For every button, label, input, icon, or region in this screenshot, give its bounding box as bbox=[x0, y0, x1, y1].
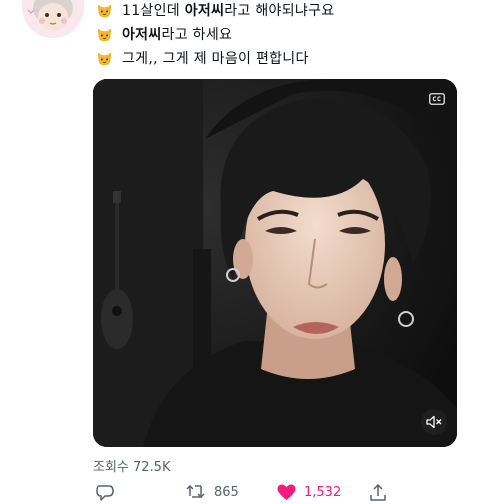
reply-button[interactable] bbox=[95, 484, 115, 502]
captions-button[interactable] bbox=[427, 92, 447, 106]
view-count: 조회수 72.5K bbox=[93, 460, 171, 475]
tweet-line-text: 11살인데 아저씨라고 해야되냐구요 bbox=[122, 3, 335, 19]
share-icon bbox=[370, 484, 386, 501]
tweet-line-text: 아저씨라고 하세요 bbox=[122, 27, 233, 43]
cat-face-icon bbox=[97, 4, 112, 17]
like-button[interactable]: 1,532 bbox=[277, 484, 341, 501]
video-frame bbox=[93, 79, 457, 447]
cc-icon bbox=[429, 93, 445, 105]
tweet-line: 11살인데 아저씨라고 해야되냐구요 bbox=[96, 0, 334, 20]
retweet-count: 865 bbox=[214, 484, 239, 500]
like-count: 1,532 bbox=[304, 485, 342, 500]
heart-icon bbox=[277, 484, 296, 501]
speaker-muted-icon bbox=[426, 415, 442, 429]
tweet-line: 아저씨라고 하세요 bbox=[96, 24, 232, 44]
tweet-line: 그게,, 그게 제 마음이 편합니다 bbox=[96, 48, 309, 68]
retweet-button[interactable]: 865 bbox=[186, 484, 239, 500]
reply-icon bbox=[96, 485, 114, 501]
cat-face-icon bbox=[97, 52, 112, 65]
share-button[interactable] bbox=[369, 484, 387, 502]
tweet-view: 11살인데 아저씨라고 해야되냐구요 아저씨라고 하세요 그게,, 그게 제 마… bbox=[0, 0, 480, 504]
mute-button[interactable] bbox=[421, 409, 447, 435]
retweet-icon bbox=[186, 485, 205, 498]
avatar[interactable] bbox=[22, 0, 84, 38]
video-player[interactable] bbox=[93, 79, 457, 447]
tweet-line-text: 그게,, 그게 제 마음이 편합니다 bbox=[122, 51, 309, 67]
cat-face-icon bbox=[97, 28, 112, 41]
action-bar: 865 1,532 bbox=[93, 484, 393, 504]
